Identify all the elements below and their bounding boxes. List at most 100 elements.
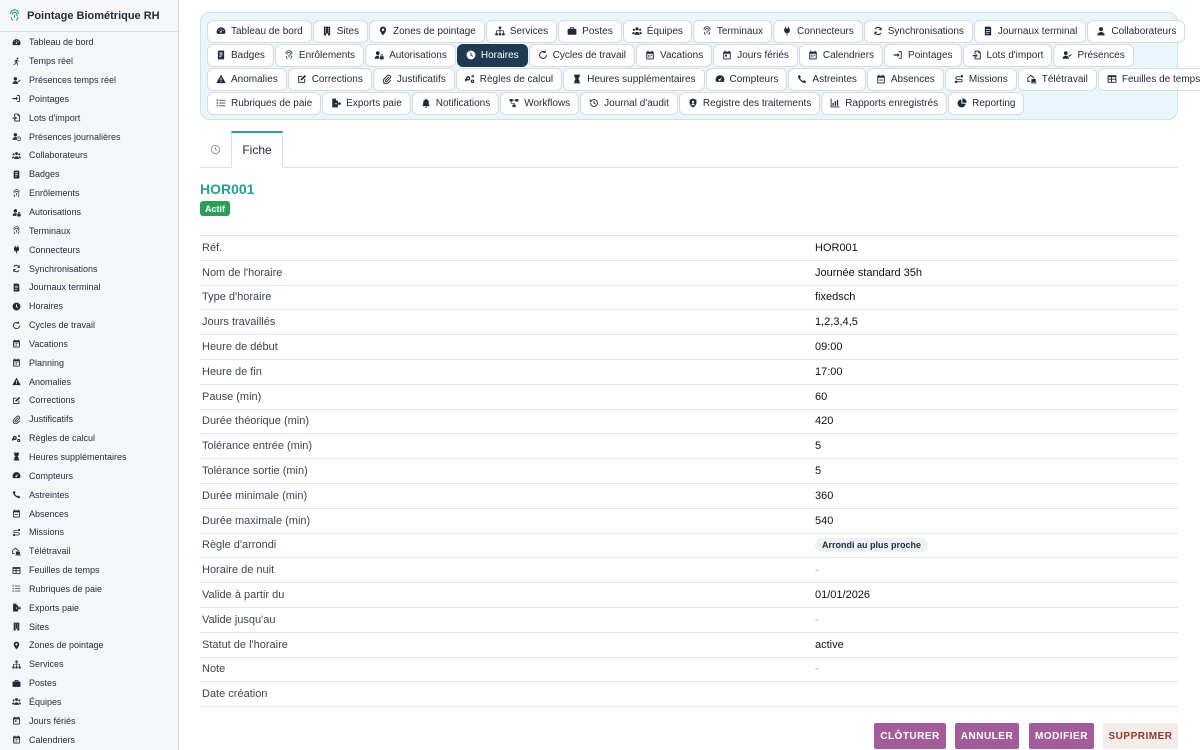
sidebar-item-postes[interactable]: Postes [0, 674, 178, 693]
nav-button-equipes[interactable]: Équipes [622, 19, 692, 43]
sidebar-item-lots-d-import[interactable]: Lots d'import [0, 108, 178, 127]
nav-button-sites[interactable]: Sites [312, 19, 368, 43]
nav-button-feuilles-de-temps[interactable]: Feuilles de temps [1097, 67, 1200, 91]
nav-button-registre-des-traitements[interactable]: Registre des traitements [678, 91, 821, 115]
sidebar-item-journaux-terminal[interactable]: Journaux terminal [0, 278, 178, 297]
nav-button-cycles-de-travail[interactable]: Cycles de travail [528, 43, 636, 67]
sidebar-item-horaires[interactable]: Horaires [0, 297, 178, 316]
sidebar-item-regles-de-calcul[interactable]: Règles de calcul [0, 429, 178, 448]
nav-button-label: Calendriers [822, 49, 875, 61]
sidebar-item-rubriques-de-paie[interactable]: Rubriques de paie [0, 579, 178, 598]
edit-button[interactable]: MODIFIER [1029, 723, 1094, 749]
detail-row: Règle d'arrondi Arrondi au plus proche [200, 534, 1178, 559]
sidebar-item-heures-supplementaires[interactable]: Heures supplémentaires [0, 448, 178, 467]
detail-value: 540 [815, 514, 834, 527]
nav-button-absences[interactable]: Absences [866, 67, 944, 91]
sidebar-nav: Tableau de bord Temps réel Présences temps… [0, 32, 178, 749]
nav-button-collaborateurs[interactable]: Collaborateurs [1087, 19, 1186, 43]
sidebar-item-presences-journalieres[interactable]: Présences journalières [0, 127, 178, 146]
nav-button-terminaux[interactable]: Terminaux [692, 19, 773, 43]
sidebar-item-astreintes[interactable]: Astreintes [0, 485, 178, 504]
detail-label: Heure de début [202, 341, 278, 354]
nav-button-calendriers[interactable]: Calendriers [798, 43, 884, 67]
badge-icon [12, 170, 21, 179]
nav-button-badges[interactable]: Badges [207, 43, 274, 67]
nav-button-rapports-enregistres[interactable]: Rapports enregistrés [821, 91, 948, 115]
nav-button-corrections[interactable]: Corrections [287, 67, 372, 91]
detail-value: - [815, 663, 819, 676]
tab-fiche[interactable]: Fiche [231, 131, 283, 168]
sidebar-item-anomalies[interactable]: Anomalies [0, 372, 178, 391]
sidebar-item-connecteurs[interactable]: Connecteurs [0, 240, 178, 259]
nav-button-anomalies[interactable]: Anomalies [207, 67, 287, 91]
nav-button-rubriques-de-paie[interactable]: Rubriques de paie [207, 91, 322, 115]
sidebar-item-absences[interactable]: Absences [0, 504, 178, 523]
sidebar: Pointage Biométrique RH Tableau de bord T… [0, 0, 179, 750]
sidebar-item-temps-reel[interactable]: Temps réel [0, 52, 178, 71]
tab-history[interactable] [200, 131, 231, 167]
nav-button-tableau-de-bord[interactable]: Tableau de bord [207, 19, 312, 43]
sidebar-item-badges[interactable]: Badges [0, 165, 178, 184]
sidebar-item-calendriers[interactable]: Calendriers [0, 730, 178, 749]
nav-button-label: Journaux terminal [997, 25, 1078, 37]
nav-button-synchronisations[interactable]: Synchronisations [863, 19, 973, 43]
nav-button-reporting[interactable]: Reporting [948, 91, 1025, 115]
sidebar-item-teletravail[interactable]: Télétravail [0, 542, 178, 561]
sidebar-item-terminaux[interactable]: Terminaux [0, 221, 178, 240]
file-import-icon [12, 113, 21, 122]
nav-button-journal-d-audit[interactable]: Journal d'audit [580, 91, 678, 115]
nav-button-services[interactable]: Services [485, 19, 558, 43]
sidebar-item-enrolements[interactable]: Enrôlements [0, 184, 178, 203]
nav-button-compteurs[interactable]: Compteurs [705, 67, 788, 91]
brand[interactable]: Pointage Biométrique RH [0, 0, 178, 32]
sidebar-item-jours-feries[interactable]: Jours fériés [0, 711, 178, 730]
sidebar-item-missions[interactable]: Missions [0, 523, 178, 542]
nav-button-exports-paie[interactable]: Exports paie [322, 91, 411, 115]
sidebar-item-equipes[interactable]: Équipes [0, 693, 178, 712]
sidebar-item-presences-temps-reel[interactable]: Présences temps réel [0, 71, 178, 90]
sidebar-item-cycles-de-travail[interactable]: Cycles de travail [0, 316, 178, 335]
nav-button-teletravail[interactable]: Télétravail [1017, 67, 1097, 91]
sidebar-item-justificatifs[interactable]: Justificatifs [0, 410, 178, 429]
sidebar-item-sites[interactable]: Sites [0, 617, 178, 636]
delete-button[interactable]: SUPPRIMER [1103, 723, 1178, 749]
sidebar-item-zones-de-pointage[interactable]: Zones de pointage [0, 636, 178, 655]
nav-button-heures-supplementaires[interactable]: Heures supplémentaires [563, 67, 705, 91]
sidebar-item-planning[interactable]: Planning [0, 353, 178, 372]
users-icon [631, 26, 642, 36]
sidebar-item-services[interactable]: Services [0, 655, 178, 674]
sidebar-item-compteurs[interactable]: Compteurs [0, 466, 178, 485]
sidebar-item-vacations[interactable]: Vacations [0, 335, 178, 354]
nav-button-regles-de-calcul[interactable]: Règles de calcul [455, 67, 563, 91]
nav-button-workflows[interactable]: Workflows [500, 91, 580, 115]
sidebar-item-exports-paie[interactable]: Exports paie [0, 598, 178, 617]
nav-button-postes[interactable]: Postes [558, 19, 622, 43]
nav-button-missions[interactable]: Missions [944, 67, 1017, 91]
sidebar-item-synchronisations[interactable]: Synchronisations [0, 259, 178, 278]
nav-button-pointages[interactable]: Pointages [884, 43, 962, 67]
nav-button-autorisations[interactable]: Autorisations [365, 43, 456, 67]
nav-button-lots-d-import[interactable]: Lots d'import [962, 43, 1053, 67]
nav-button-presences[interactable]: Présences [1053, 43, 1134, 67]
log-icon [12, 283, 21, 292]
nav-button-notifications[interactable]: Notifications [411, 91, 500, 115]
sidebar-item-tableau-de-bord[interactable]: Tableau de bord [0, 33, 178, 52]
nav-button-journaux-terminal[interactable]: Journaux terminal [973, 19, 1087, 43]
sidebar-item-label: Anomalies [29, 376, 72, 387]
cancel-button[interactable]: ANNULER [955, 723, 1019, 749]
close-button[interactable]: CLÔTURER [874, 723, 946, 749]
sidebar-item-collaborateurs[interactable]: Collaborateurs [0, 146, 178, 165]
nav-button-enrolements[interactable]: Enrôlements [274, 43, 365, 67]
nav-button-connecteurs[interactable]: Connecteurs [773, 19, 863, 43]
nav-button-zones-de-pointage[interactable]: Zones de pointage [368, 19, 485, 43]
nav-button-jours-feries[interactable]: Jours fériés [713, 43, 798, 67]
nav-button-vacations[interactable]: Vacations [636, 43, 713, 67]
sidebar-item-autorisations[interactable]: Autorisations [0, 203, 178, 222]
sidebar-item-feuilles-de-temps[interactable]: Feuilles de temps [0, 561, 178, 580]
nav-button-horaires[interactable]: Horaires [456, 43, 528, 67]
sidebar-item-pointages[interactable]: Pointages [0, 90, 178, 109]
nav-button-justificatifs[interactable]: Justificatifs [372, 67, 455, 91]
nav-button-astreintes[interactable]: Astreintes [788, 67, 866, 91]
sidebar-item-corrections[interactable]: Corrections [0, 391, 178, 410]
nav-button-label: Pointages [908, 49, 953, 61]
